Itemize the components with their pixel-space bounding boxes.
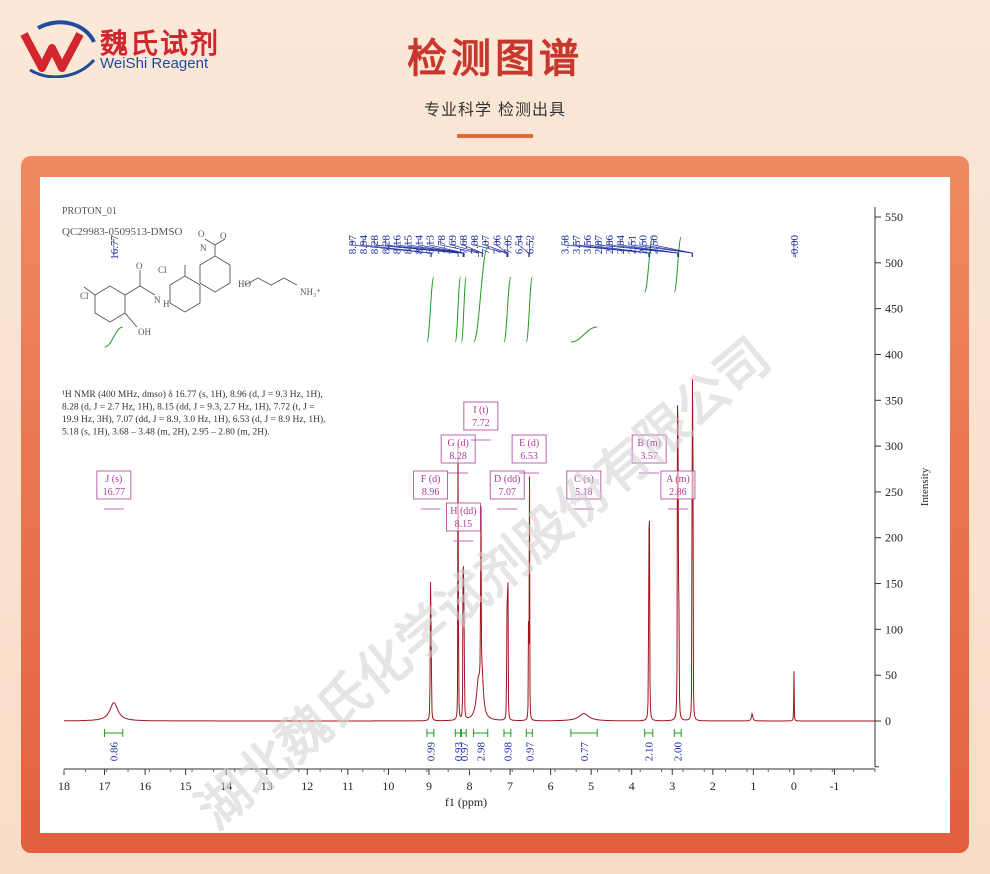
structure-atom-label: Cl (80, 291, 89, 301)
multiplet-id: D (dd) (494, 474, 520, 485)
y-tick-label: 300 (885, 439, 903, 453)
x-tick-label: 10 (382, 779, 394, 793)
integral-curve (570, 326, 598, 343)
y-tick-label: 500 (885, 256, 903, 270)
structure-atom-label: O (136, 261, 143, 271)
integral-value: 0.97 (459, 742, 471, 762)
y-tick-label: 550 (885, 210, 903, 224)
x-tick-label: 11 (342, 779, 354, 793)
structure-atom-label: N (154, 295, 161, 305)
x-tick-label: 9 (426, 779, 432, 793)
structure-atom-label: NH₃⁺ (300, 287, 321, 297)
integral-value: 2.98 (476, 742, 488, 762)
multiplet-id: I (t) (473, 405, 488, 416)
nmr-text-line: ¹H NMR (400 MHz, dmso) δ 16.77 (s, 1H), … (62, 389, 323, 400)
y-tick-label: 250 (885, 485, 903, 499)
x-tick-label: -1 (829, 779, 839, 793)
x-tick-label: 15 (180, 779, 192, 793)
peak-labels: 16.77 8.97 8.94 8.28 8.28 8.16 8.15 8.14 8.13 7.7… (109, 235, 801, 260)
multiplet-shift: 8.15 (455, 519, 473, 530)
multiplet-id: A (m) (666, 474, 690, 485)
peak-label: 6.52 (525, 235, 537, 254)
x-tick-label: 6 (548, 779, 554, 793)
x-tick-label: 16 (139, 779, 151, 793)
integral-value: 0.77 (579, 742, 591, 762)
y-axis-label: Intensity (919, 467, 931, 506)
title-underline (457, 134, 533, 138)
x-tick-label: 12 (301, 779, 313, 793)
integral-curve (460, 276, 467, 343)
peak-label: -0.00 (789, 235, 801, 258)
x-tick-label: 8 (467, 779, 473, 793)
x-tick-label: 1 (750, 779, 756, 793)
multiplet-id: H (dd) (450, 506, 476, 517)
nmr-description: ¹H NMR (400 MHz, dmso) δ 16.77 (s, 1H), … (62, 389, 326, 438)
multiplet-shift: 7.72 (472, 418, 490, 429)
spectrum-paper: Cl Cl O N H OH N O O HO NH₃⁺ PROTON_01 QC29983-050… (40, 177, 950, 840)
multiplet-id: G (d) (447, 438, 468, 449)
peak-label: 2.50 (649, 235, 661, 255)
integral-value: 2.00 (673, 742, 685, 762)
page-subtitle: 专业科学 检测出具 (423, 100, 567, 119)
x-tick-label: 2 (710, 779, 716, 793)
structure-atom-label: O (220, 231, 227, 241)
multiplet-shift: 8.96 (422, 487, 440, 498)
x-tick-label: 4 (629, 779, 635, 793)
multiplet-id: E (d) (519, 438, 539, 449)
x-tick-label: 5 (588, 779, 594, 793)
nmr-spectrum-chart: ClClON HOHNOOHONH₃⁺ PROTON_01 QC29983-050… (58, 206, 931, 840)
integral-curve (673, 236, 682, 293)
integral-curve (473, 246, 489, 343)
nmr-text-line: 5.18 (s, 1H), 3.68 – 3.48 (m, 2H), 2.95 … (62, 427, 270, 438)
multiplet-shift: 6.53 (520, 451, 538, 462)
nmr-text-line: 19.9 Hz, 3H), 7.07 (dd, J = 8.9, 3.0 Hz,… (62, 414, 326, 425)
integral-curve (525, 276, 533, 343)
multiplet-id: J (s) (105, 474, 122, 485)
x-axis-label: f1 (ppm) (445, 795, 487, 809)
integral-value: 0.99 (425, 742, 437, 762)
integral-curve (426, 276, 435, 343)
y-tick-label: 200 (885, 531, 903, 545)
y-tick-label: 350 (885, 393, 903, 407)
y-tick-label: 400 (885, 347, 903, 361)
x-tick-label: 3 (669, 779, 675, 793)
y-tick-label: 450 (885, 302, 903, 316)
structure-atom-label: N (200, 243, 207, 253)
page-title: 检测图谱 (407, 36, 583, 82)
peak-label: 16.77 (109, 235, 121, 260)
y-tick-label: 100 (885, 622, 903, 636)
sample-line-1: PROTON_01 (62, 206, 117, 217)
integral-curve (104, 326, 123, 348)
integral-values: 0.86 0.99 0.930.97 2.98 0.98 0.97 0.77 2.10 2.00 (109, 742, 685, 762)
integral-curve (454, 276, 462, 343)
multiplet-shift: 16.77 (103, 487, 126, 498)
integral-curve (503, 276, 512, 343)
x-tick-label: 17 (99, 779, 111, 793)
y-tick-label: 50 (885, 668, 897, 682)
y-tick-label: 150 (885, 577, 903, 591)
x-tick-label: 7 (507, 779, 513, 793)
x-tick-label: 0 (791, 779, 797, 793)
integral-value: 0.98 (502, 742, 514, 762)
structure-atom-label: Cl (158, 265, 167, 275)
multiplet-shift: 7.07 (498, 487, 516, 498)
integral-value: 0.86 (109, 742, 121, 762)
sample-info: PROTON_01 QC29983-0509513-DMSO (62, 206, 182, 238)
structure-atom-label: H (163, 299, 170, 309)
integral-value: 2.10 (644, 742, 656, 762)
structure-atom-label: O (198, 229, 205, 239)
multiplet-shift: 8.28 (449, 451, 467, 462)
sample-line-2: QC29983-0509513-DMSO (62, 226, 182, 238)
y-tick-label: 0 (885, 714, 891, 728)
integral-value: 0.97 (524, 742, 536, 762)
structure-atom-label: HO (238, 279, 251, 289)
nmr-text-line: 8.28 (d, J = 2.7 Hz, 1H), 8.15 (dd, J = … (62, 402, 315, 413)
multiplet-shift: 2.86 (669, 487, 687, 498)
structure-atom-label: OH (138, 327, 151, 337)
x-tick-label: 18 (58, 779, 70, 793)
multiplet-id: F (d) (421, 474, 441, 485)
